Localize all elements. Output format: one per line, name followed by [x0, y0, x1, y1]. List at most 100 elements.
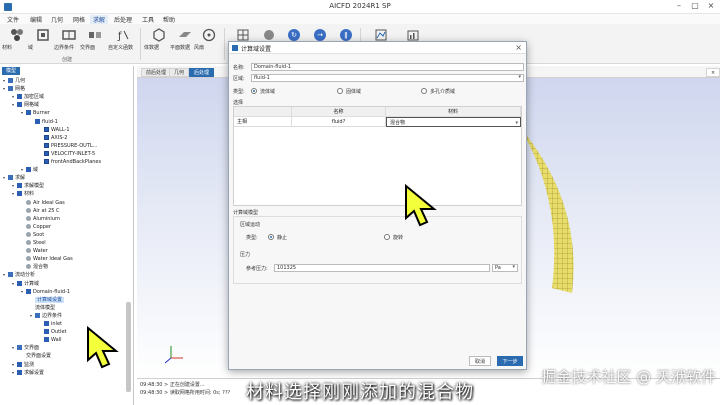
domain-icon — [37, 29, 49, 41]
tree-item[interactable]: Air at 25 C — [21, 207, 60, 215]
tree-item[interactable]: ▾ 交界面 — [12, 344, 39, 352]
menu-file[interactable]: 文件 — [4, 15, 22, 24]
next-button[interactable]: 下一步 — [497, 356, 523, 366]
tree-item[interactable]: Copper — [21, 223, 51, 231]
tree-item[interactable]: Wall — [39, 336, 61, 344]
tree-item-label: 网格域 — [24, 102, 40, 109]
node-icon — [35, 118, 40, 124]
type-solid-radio[interactable] — [337, 88, 343, 94]
name-input[interactable]: Domain-fluid-1 — [251, 63, 524, 71]
tree-item[interactable]: 混合物 — [21, 263, 48, 271]
tree-item[interactable]: ▾ 网格域 — [12, 101, 39, 109]
interface-button[interactable]: 交界面 — [80, 26, 110, 54]
tree-item-label: PRESSURE-OUTL... — [51, 142, 98, 149]
tree-item[interactable]: Air Ideal Gas — [21, 199, 65, 207]
tree-item[interactable]: Water — [21, 247, 48, 255]
motion-stationary-radio[interactable] — [268, 234, 274, 240]
cancel-button[interactable]: 取消 — [469, 356, 491, 366]
close-icon[interactable]: × — [515, 43, 522, 52]
tree-item-label: AXIS-2 — [51, 134, 68, 141]
menu-edit[interactable]: 编辑 — [27, 15, 45, 24]
tree-item[interactable]: 流体模型 — [30, 304, 55, 312]
custom-function-button[interactable]: ƒ 自定义函数 — [108, 26, 138, 54]
region-value: fluid-1 — [254, 75, 270, 81]
tree-item[interactable]: ▾ 域 — [21, 166, 38, 174]
tree-item[interactable]: Outlet — [39, 328, 67, 336]
tree-item[interactable]: ▾ 求解 — [3, 174, 25, 182]
tree-item-label: Outlet — [51, 329, 67, 336]
tree-item[interactable]: ▾ 求解设置 — [12, 369, 44, 377]
region-select[interactable]: fluid-1 ▾ — [251, 74, 524, 82]
maximize-icon[interactable]: ▢ — [688, 1, 702, 10]
menu-postprocess[interactable]: 后处理 — [111, 15, 135, 24]
type-porous-radio[interactable] — [421, 88, 427, 94]
tree-item[interactable]: 交界面设置 — [21, 352, 51, 360]
tree-item[interactable]: AXIS-2 — [39, 134, 67, 142]
tab-pre-post[interactable]: 前后处理 — [141, 68, 172, 77]
tree-item[interactable]: fluid-1 — [30, 118, 58, 126]
menu-solve[interactable]: 求解 — [90, 15, 109, 24]
tree-item-label: 监测 — [24, 361, 35, 368]
material-select[interactable]: 混合物 ▾ — [386, 117, 521, 127]
material-value: 混合物 — [390, 120, 406, 126]
node-icon — [8, 86, 13, 92]
tree-item[interactable]: Steel — [21, 239, 46, 247]
tree-item-label: 求解 — [15, 175, 26, 182]
tree-item[interactable]: ▾ Burner — [21, 109, 50, 117]
tree-item-label: WALL-1 — [51, 126, 70, 133]
tree-item[interactable]: WALL-1 — [39, 126, 70, 134]
node-icon — [17, 361, 22, 367]
function-icon: ƒ — [117, 30, 129, 42]
table-header-name: 名称 — [292, 107, 386, 117]
tree-item[interactable]: ▾ Domain-fluid-1 — [21, 288, 70, 296]
tree-item[interactable]: frontAndBackPlanes — [39, 158, 101, 166]
tree-item[interactable]: inlet — [39, 320, 62, 328]
checkbox-icon — [44, 134, 49, 140]
tree-item-label: VELOCITY-INLET-5 — [51, 150, 96, 157]
tree-item[interactable]: ▾ 几何 — [3, 77, 25, 85]
material-icon — [26, 248, 31, 254]
tree-item[interactable]: PRESSURE-OUTL... — [39, 142, 97, 150]
minimize-icon[interactable]: – — [672, 1, 686, 10]
tree-item[interactable]: ▾ 求解模型 — [12, 182, 44, 190]
monitor-icon — [375, 29, 387, 41]
material-icon — [26, 256, 31, 262]
fan-button[interactable]: 风扇 — [194, 26, 224, 54]
menu-geometry[interactable]: 几何 — [48, 15, 66, 24]
motion-rotating-radio[interactable] — [384, 234, 390, 240]
tree-item[interactable]: ▾ 流动分析 — [3, 271, 35, 279]
tree-item[interactable]: Water Ideal Gas — [21, 255, 73, 263]
close-view-icon[interactable]: × — [706, 68, 720, 77]
tree-item[interactable]: Aluminium — [21, 215, 60, 223]
tree-item[interactable]: Soot — [21, 231, 44, 239]
close-window-icon[interactable]: × — [704, 1, 718, 10]
pause-icon[interactable]: ǁ — [340, 29, 352, 41]
tree-item[interactable]: ▾ 网格 — [3, 85, 25, 93]
tree-item-label: Aluminium — [33, 215, 60, 222]
menu-tools[interactable]: 工具 — [139, 15, 157, 24]
dialog-app-icon — [232, 45, 238, 51]
ref-pressure-input[interactable]: 101325 — [274, 264, 490, 272]
tree-item[interactable]: ▾ 计算域 — [12, 280, 39, 288]
pressure-unit-select[interactable]: Pa ▾ — [492, 264, 518, 272]
type-fluid-radio[interactable] — [251, 88, 257, 94]
tree-item[interactable]: 计算域设置 — [30, 296, 65, 304]
tree-item-label: 域 — [33, 167, 39, 174]
tree-item[interactable]: ▾ 材料 — [12, 190, 34, 198]
model-tree-tab[interactable]: 模型 — [2, 67, 21, 75]
tree-item-label: frontAndBackPlanes — [51, 159, 102, 165]
menu-mesh[interactable]: 网格 — [70, 15, 88, 24]
menu-help[interactable]: 帮助 — [160, 15, 178, 24]
node-icon — [44, 321, 49, 326]
tab-geometry[interactable]: 几何 — [169, 68, 190, 77]
run-icon[interactable]: → — [314, 29, 326, 41]
tree-item[interactable]: ▾ 监测 — [12, 361, 34, 369]
initialize-icon[interactable]: ↻ — [288, 29, 300, 41]
tree-item[interactable]: ▾ 加密区域 — [12, 93, 44, 101]
tab-postprocess[interactable]: 后处理 — [189, 68, 215, 77]
tree-item-label: Copper — [33, 223, 52, 230]
tree-item-label: 网格 — [15, 86, 26, 93]
phase-table: 名称 材料 主相 fluid? 混合物 ▾ — [233, 106, 522, 206]
tree-item[interactable]: VELOCITY-INLET-5 — [39, 150, 95, 158]
tree-item[interactable]: ▾ 边界条件 — [30, 312, 62, 320]
